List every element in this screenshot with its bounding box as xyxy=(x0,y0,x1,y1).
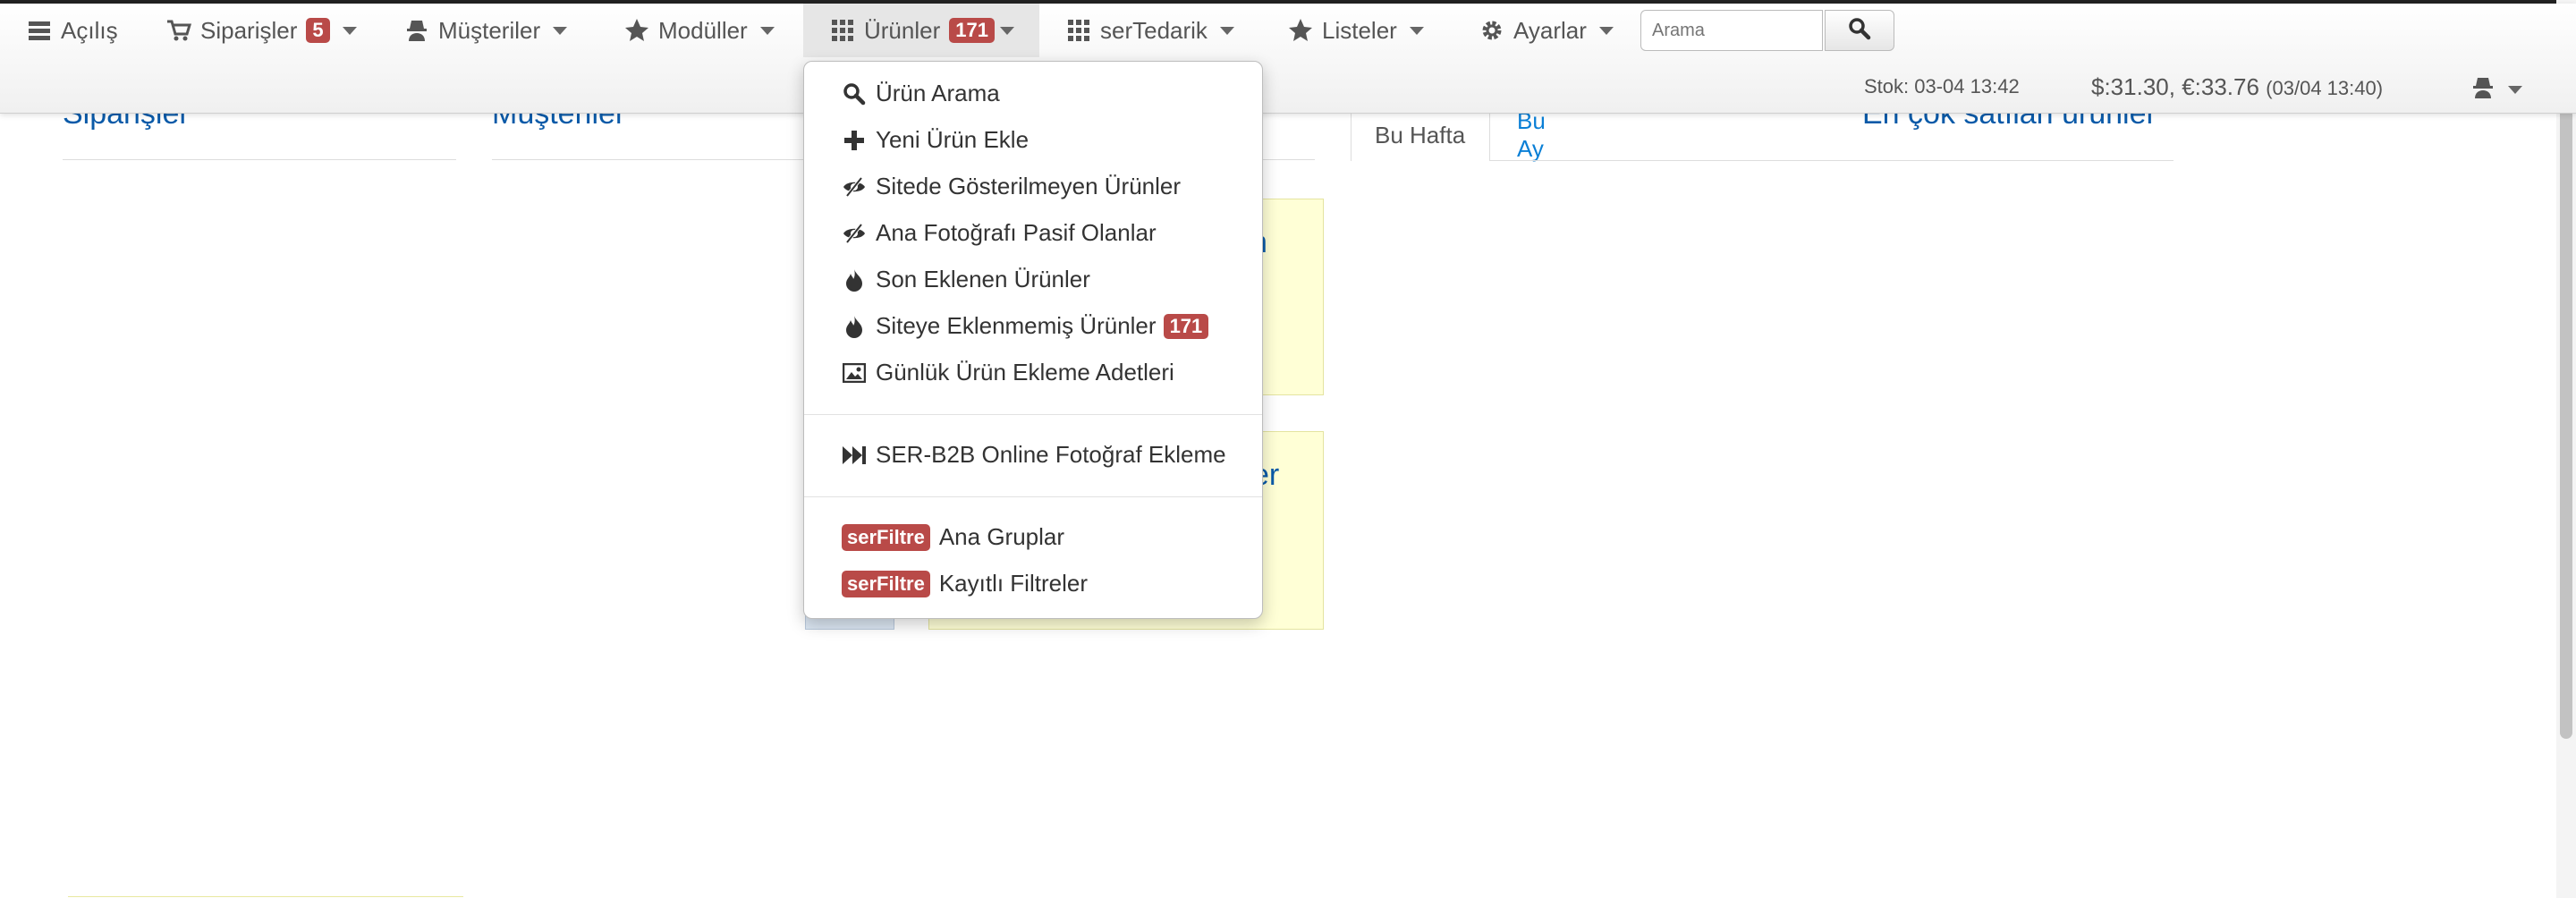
tabs-divider xyxy=(1490,160,2174,161)
chevron-down-icon xyxy=(1219,26,1234,35)
tab-bu-hafta[interactable]: Bu Hafta xyxy=(1351,109,1490,161)
menu-item-ana-gruplar[interactable]: serFiltre Ana Gruplar xyxy=(842,523,1064,551)
nav-siparisler[interactable]: Siparişler 5 xyxy=(166,4,357,57)
cart-icon xyxy=(166,18,191,43)
plus-icon xyxy=(842,128,867,153)
nav-label: Listeler xyxy=(1322,16,1397,44)
nav-label: serTedarik xyxy=(1100,16,1208,44)
menu-divider xyxy=(804,496,1262,497)
nav-label: Siparişler xyxy=(200,16,298,44)
exchange-rates-time: (03/04 13:40) xyxy=(2266,77,2384,99)
orders-count-badge: 5 xyxy=(306,18,330,43)
nav-label: Ayarlar xyxy=(1513,16,1587,44)
nav-ayarlar[interactable]: Ayarlar xyxy=(1479,4,1614,57)
menu-item-label: Son Eklenen Ürünler xyxy=(876,266,1090,292)
search-input[interactable] xyxy=(1640,10,1823,51)
menu-item-label: Yeni Ürün Ekle xyxy=(876,126,1030,153)
user-menu[interactable] xyxy=(2470,75,2522,105)
menu-item-label: Ana Fotoğrafı Pasif Olanlar xyxy=(876,219,1157,246)
menu-item-gunluk-urun-ekleme[interactable]: Günlük Ürün Ekleme Adetleri xyxy=(842,359,1174,386)
chevron-down-icon xyxy=(999,26,1014,35)
nav-sertedarik[interactable]: serTedarik xyxy=(1066,4,1234,57)
unlisted-count-badge: 171 xyxy=(1163,313,1209,339)
fire-icon xyxy=(842,267,867,292)
menu-item-siteye-eklenmemis[interactable]: Siteye Eklenmemiş Ürünler 171 xyxy=(842,312,1209,340)
nav-label: Ürünler xyxy=(864,16,941,44)
products-dropdown-menu: Ürün Arama Yeni Ürün Ekle Sitede Gösteri… xyxy=(803,61,1263,619)
products-count-badge: 171 xyxy=(949,18,995,43)
menu-item-label: Sitede Gösterilmeyen Ürünler xyxy=(876,173,1182,199)
menu-item-ana-fotografi-pasif[interactable]: Ana Fotoğrafı Pasif Olanlar xyxy=(842,219,1157,247)
exchange-rates-values: $:31.30, €:33.76 xyxy=(2091,73,2259,100)
grid-icon xyxy=(1066,18,1091,43)
vertical-scrollbar[interactable] xyxy=(2556,0,2576,898)
serfiltre-badge: serFiltre xyxy=(842,523,930,551)
chevron-down-icon xyxy=(1409,26,1424,35)
search-icon xyxy=(842,81,867,106)
menu-divider xyxy=(804,414,1262,415)
search-button[interactable] xyxy=(1825,10,1894,51)
stock-update-time: Stok: 03-04 13:42 xyxy=(1864,75,2020,97)
star-icon xyxy=(1288,18,1313,43)
tab-label: Bu Hafta xyxy=(1375,122,1466,148)
chevron-down-icon xyxy=(1598,26,1614,35)
chevron-down-icon xyxy=(342,26,357,35)
nav-listeler[interactable]: Listeler xyxy=(1288,4,1424,57)
menu-item-ser-b2b-fotograf[interactable]: SER-B2B Online Fotoğraf Ekleme xyxy=(842,441,1226,469)
menu-item-son-eklenen[interactable]: Son Eklenen Ürünler xyxy=(842,266,1090,293)
menu-item-label: Günlük Ürün Ekleme Adetleri xyxy=(876,359,1174,385)
tab-label: Bu Ay xyxy=(1517,107,1546,162)
menu-item-label: Kayıtlı Filtreler xyxy=(938,570,1088,597)
tab-bu-ay[interactable]: Bu Ay xyxy=(1517,107,1546,162)
eye-slash-icon xyxy=(842,221,867,246)
grid-icon xyxy=(830,18,855,43)
picture-icon xyxy=(842,360,867,385)
user-hat-icon xyxy=(404,18,429,43)
nav-acilis[interactable]: Açılış xyxy=(27,4,118,57)
gear-icon xyxy=(1479,18,1504,43)
fire-icon xyxy=(842,314,867,339)
menu-item-label: Ürün Arama xyxy=(876,80,1000,106)
nav-label: Müşteriler xyxy=(438,16,541,44)
search-icon xyxy=(1848,17,1871,45)
menu-item-kayitli-filtreler[interactable]: serFiltre Kayıtlı Filtreler xyxy=(842,570,1088,597)
section-divider xyxy=(63,159,456,160)
nav-label: Açılış xyxy=(61,16,118,44)
chevron-down-icon xyxy=(553,26,568,35)
menu-item-label: Siteye Eklenmemiş Ürünler xyxy=(876,312,1157,339)
nav-musteriler[interactable]: Müşteriler xyxy=(404,4,568,57)
menu-item-urun-arama[interactable]: Ürün Arama xyxy=(842,80,1000,107)
star-icon xyxy=(624,18,649,43)
menu-list-icon xyxy=(27,18,52,43)
scrollbar-thumb[interactable] xyxy=(2560,5,2572,739)
top-navbar: Açılış Siparişler 5 Müşteriler Modüller … xyxy=(0,4,2576,114)
menu-item-label: Ana Gruplar xyxy=(938,523,1065,550)
eye-slash-icon xyxy=(842,174,867,199)
chevron-down-icon xyxy=(2508,86,2522,94)
exchange-rates: $:31.30, €:33.76 (03/04 13:40) xyxy=(2091,73,2383,101)
nav-urunler[interactable]: Ürünler 171 xyxy=(803,4,1039,57)
menu-item-yeni-urun-ekle[interactable]: Yeni Ürün Ekle xyxy=(842,126,1029,154)
nav-label: Modüller xyxy=(658,16,748,44)
chevron-down-icon xyxy=(759,26,775,35)
menu-item-label: SER-B2B Online Fotoğraf Ekleme xyxy=(876,441,1226,468)
menu-item-sitede-gosterilmeyen[interactable]: Sitede Gösterilmeyen Ürünler xyxy=(842,173,1181,200)
bottom-divider xyxy=(68,896,463,897)
serfiltre-badge: serFiltre xyxy=(842,570,930,597)
user-hat-icon xyxy=(2470,75,2496,105)
nav-moduller[interactable]: Modüller xyxy=(624,4,775,57)
fast-forward-icon xyxy=(842,443,867,468)
